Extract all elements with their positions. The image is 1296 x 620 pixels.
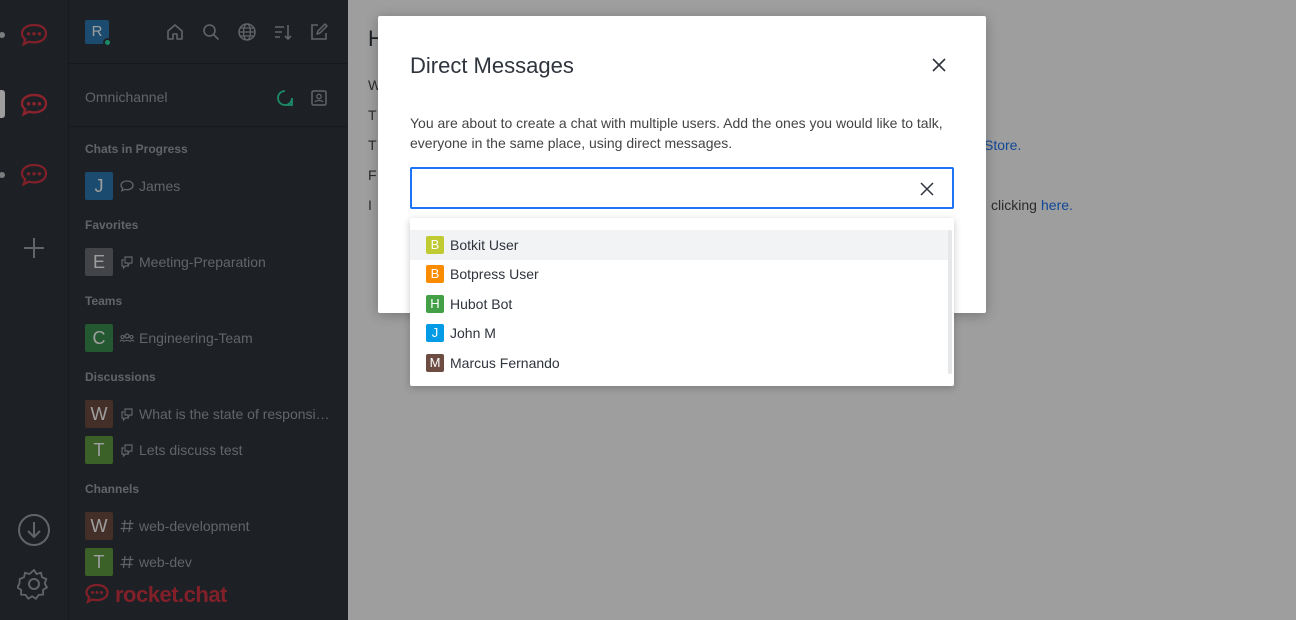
user-option-name: Botpress User — [450, 266, 539, 282]
user-option-name: Botkit User — [450, 237, 519, 253]
close-button[interactable] — [929, 55, 949, 75]
dropdown-scrollbar[interactable] — [948, 230, 952, 374]
avatar: H — [426, 295, 444, 313]
user-option-botpress-user[interactable]: B Botpress User — [410, 259, 950, 289]
avatar: J — [426, 324, 444, 342]
user-option-name: Hubot Bot — [450, 296, 513, 312]
user-option-botkit-user[interactable]: B Botkit User — [410, 230, 950, 260]
user-search-field[interactable] — [410, 167, 954, 209]
user-search-input[interactable] — [422, 177, 902, 199]
clear-input-icon — [920, 182, 934, 196]
clear-input-button[interactable] — [919, 181, 935, 197]
avatar: B — [426, 265, 444, 283]
modal-description: You are about to create a chat with mult… — [410, 115, 943, 151]
user-autocomplete-dropdown: B Botkit User B Botpress User H Hubot Bo… — [410, 218, 954, 386]
user-option-hubot-bot[interactable]: H Hubot Bot — [410, 289, 950, 319]
user-option-name: John M — [450, 325, 496, 341]
user-option-marcus-fernando[interactable]: M Marcus Fernando — [410, 348, 950, 378]
modal-title: Direct Messages — [410, 53, 574, 78]
user-option-john-m[interactable]: J John M — [410, 318, 950, 348]
close-icon — [932, 58, 946, 72]
user-option-name: Marcus Fernando — [450, 355, 560, 371]
avatar: M — [426, 354, 444, 372]
avatar: B — [426, 236, 444, 254]
